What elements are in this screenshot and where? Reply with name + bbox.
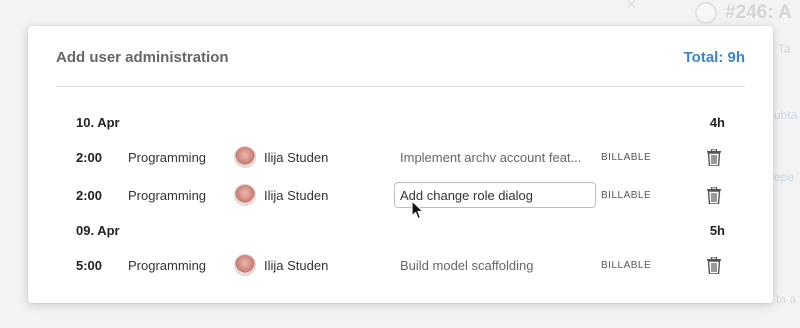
entry-user-name: Ilija Studen [264,149,329,165]
entry-time[interactable]: 2:00 [76,150,128,165]
day-date: 10. Apr [76,114,120,130]
trash-icon[interactable] [705,254,723,276]
background-text: ubta [774,108,798,122]
day-header: 10. Apr 4h [76,113,725,131]
trash-icon[interactable] [705,146,723,168]
background-text: Ta [778,42,791,56]
billable-status[interactable]: BILLABLE [596,152,674,163]
avatar [234,184,256,206]
entry-job-type[interactable]: Programming [128,150,234,165]
day-header: 09. Apr 5h [76,221,725,239]
background-issue-title: #246: A [695,2,792,24]
entry-user: Ilija Studen [234,254,394,276]
billable-status[interactable]: BILLABLE [596,190,674,201]
time-entry-row[interactable]: 2:00 Programming Ilija Studen Implement … [76,144,723,170]
trash-icon[interactable] [705,184,723,206]
entry-job-type[interactable]: Programming [128,258,234,273]
time-records-modal: Add user administration Total: 9h 10. Ap… [28,26,773,303]
entry-time[interactable]: 5:00 [76,258,128,273]
entry-time[interactable]: 2:00 [76,188,128,203]
entry-job-type[interactable]: Programming [128,188,234,203]
time-entries: 10. Apr 4h 2:00 Programming Ilija Studen… [28,26,773,303]
background-text: ta a [776,292,797,306]
avatar [234,254,256,276]
entry-description[interactable]: Implement archv account feat... [394,144,596,170]
entry-user: Ilija Studen [234,184,394,206]
time-entry-row[interactable]: 2:00 Programming Ilija Studen Add change… [76,182,723,208]
time-entry-row[interactable]: 5:00 Programming Ilija Studen Build mode… [76,252,723,278]
entry-user: Ilija Studen [234,146,394,168]
billable-status[interactable]: BILLABLE [596,260,674,271]
day-date: 09. Apr [76,222,120,238]
background-text: epe [774,170,795,184]
entry-description[interactable]: Build model scaffolding [394,252,596,278]
day-total: 4h [709,114,725,130]
day-total: 5h [709,222,725,238]
entry-user-name: Ilija Studen [264,257,329,273]
close-icon: × [626,0,637,14]
entry-user-name: Ilija Studen [264,187,329,203]
status-circle-icon [695,2,717,24]
entry-description-input[interactable]: Add change role dialog [394,182,596,208]
avatar [234,146,256,168]
